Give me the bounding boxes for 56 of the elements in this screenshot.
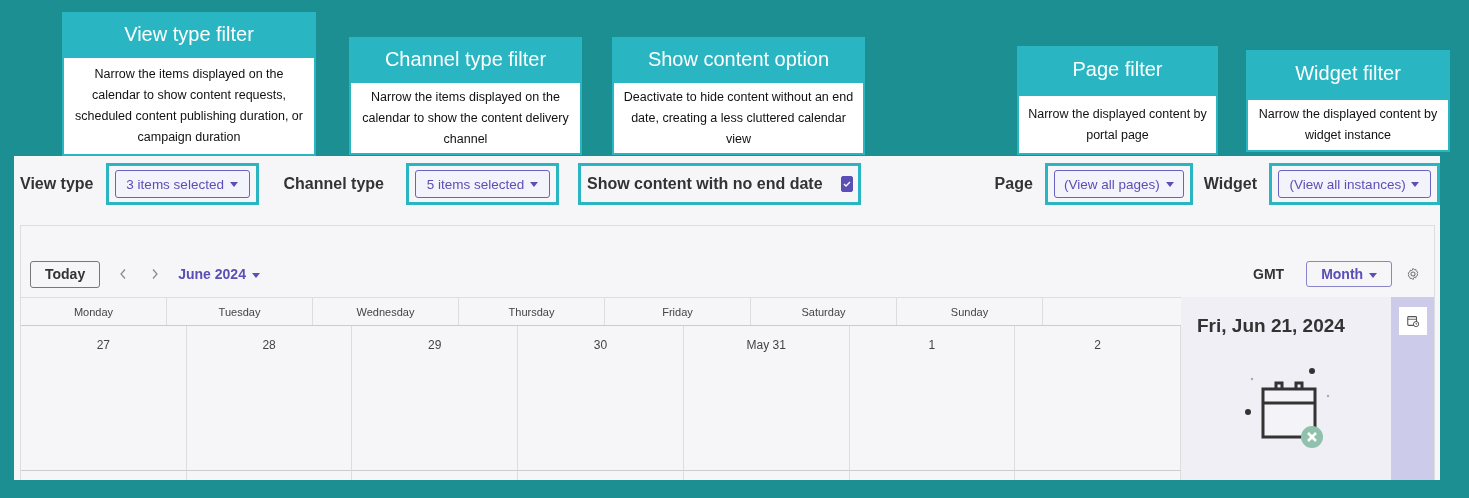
callout-title: Page filter <box>1017 46 1218 94</box>
page-dropdown[interactable]: (View all pages) <box>1053 170 1184 198</box>
weekday-header: Sunday <box>897 298 1043 325</box>
checkbox[interactable] <box>840 176 853 192</box>
caret-icon <box>251 272 260 278</box>
previous-icon[interactable] <box>120 269 127 279</box>
settings-icon[interactable] <box>1406 267 1420 281</box>
filter-label: View type <box>20 175 94 193</box>
checkmark-icon <box>841 179 852 189</box>
day-cell[interactable]: May 31 <box>683 326 850 471</box>
day-cell[interactable]: 1 <box>849 326 1016 471</box>
caret-icon <box>1165 182 1174 188</box>
callout-title: Channel type filter <box>349 37 582 81</box>
day-number: 27 <box>96 338 111 352</box>
weekday-header: Saturday <box>751 298 897 325</box>
day-number: 29 <box>428 338 442 352</box>
next-icon[interactable] <box>152 269 159 279</box>
day-number: 28 <box>262 338 276 352</box>
callout-text: Narrow the displayed content by widget instance <box>1246 98 1450 152</box>
callout-text: Deactivate to hide content without an end date, creating a less cluttered calendar view <box>612 81 865 155</box>
widget-dropdown[interactable]: (View all instances) <box>1278 170 1431 198</box>
day-number: May 31 <box>746 338 786 352</box>
filter-label: Page <box>994 175 1033 193</box>
weekday-header: Thursday <box>459 298 605 325</box>
caret-icon <box>1411 182 1420 188</box>
caret-icon <box>229 182 238 188</box>
view-type-dropdown[interactable]: 3 items selected <box>114 170 250 198</box>
timezone-label: GMT <box>1253 266 1285 282</box>
today-button[interactable]: Today <box>30 260 101 288</box>
selected-date: Fri, Jun 21, 2024 <box>1197 315 1345 337</box>
caret-icon <box>1369 272 1377 278</box>
calendar-clock-icon[interactable] <box>1398 307 1427 335</box>
callout-text: Narrow the items displayed on the calendar to show content requests, scheduled content publishing duration, or campaign duration <box>62 56 316 156</box>
callout-title: Show content option <box>612 37 865 81</box>
callout-text: Narrow the items displayed on the calendar to show the content delivery channel <box>349 81 582 155</box>
day-cell[interactable]: 27 <box>21 326 187 471</box>
filter-label: Channel type <box>283 175 384 193</box>
channel-type-dropdown[interactable]: 5 items selected <box>415 170 550 198</box>
callout-text: Narrow the displayed content by portal page <box>1017 94 1218 155</box>
weekday-header: Monday <box>21 298 167 325</box>
day-number: 2 <box>1094 338 1101 352</box>
day-cell[interactable]: 30 <box>518 326 684 471</box>
month-selector[interactable]: June 2024 <box>178 266 260 282</box>
weekday-header: Wednesday <box>313 298 459 325</box>
day-cell[interactable]: 28 <box>186 326 353 471</box>
day-number: 30 <box>593 338 608 352</box>
callout-title: Widget filter <box>1246 50 1450 98</box>
caret-icon <box>530 182 539 188</box>
checkbox-label: Show content with no end date <box>587 175 823 193</box>
weekday-header: Tuesday <box>167 298 313 325</box>
callout-title: View type filter <box>62 12 316 56</box>
day-number: 1 <box>928 338 936 352</box>
day-cell[interactable]: 29 <box>352 326 519 471</box>
filter-label: Widget <box>1203 175 1257 193</box>
weekday-header: Friday <box>605 298 751 325</box>
view-dropdown[interactable]: Month <box>1306 261 1392 287</box>
